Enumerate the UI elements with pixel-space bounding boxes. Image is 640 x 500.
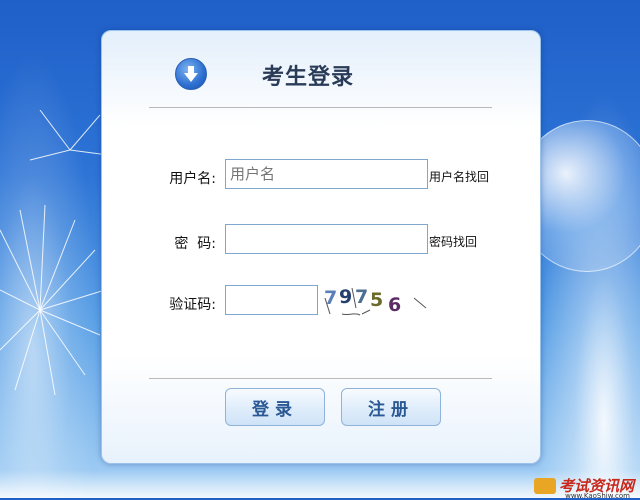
logo-icon [533, 478, 556, 494]
username-input[interactable] [225, 159, 428, 189]
recover-username-link[interactable]: 用户名找回 [429, 168, 489, 185]
captcha-char: 6 [388, 294, 401, 316]
captcha-char: 9 [339, 286, 352, 308]
divider-bottom [149, 378, 492, 379]
dandelion-decoration [0, 110, 109, 396]
divider-top [149, 107, 492, 108]
register-button[interactable]: 注册 [341, 388, 441, 426]
captcha-input[interactable] [225, 285, 318, 315]
password-label: 密 码: [174, 236, 216, 252]
password-input[interactable] [225, 224, 428, 254]
captcha-char: 7 [324, 287, 337, 309]
logo-url: www.KaoShiw.com [565, 492, 630, 500]
captcha-label: 验证码: [169, 297, 216, 313]
recover-password-link[interactable]: 密码找回 [429, 233, 477, 250]
captcha-char: 7 [355, 286, 368, 308]
page-title: 考生登录 [262, 65, 355, 90]
captcha-char: 5 [370, 289, 383, 311]
captcha-image[interactable]: 7 9 7 5 6 [322, 284, 432, 320]
username-label: 用户名: [169, 171, 216, 187]
down-arrow-circle-icon [175, 58, 207, 90]
login-panel: 考生登录 用户名: 用户名找回 密 码: 密码找回 验证码: 7 9 7 5 6… [101, 30, 541, 464]
login-button[interactable]: 登录 [225, 388, 325, 426]
